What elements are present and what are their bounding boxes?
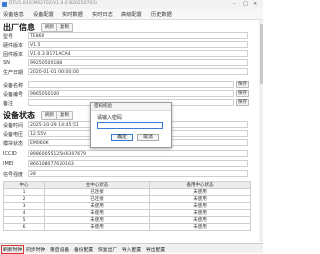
iccid-value: 89860055125H0307679: [28, 150, 248, 157]
module-status-label: 模块状态: [3, 141, 24, 147]
table-cell: 未使用: [149, 223, 251, 231]
signal-strength-value: 28: [28, 170, 248, 177]
manufacture-date-label: 生产日期: [3, 70, 24, 76]
imei-value: 866108077620163: [28, 160, 248, 167]
cancel-button[interactable]: 取消: [137, 134, 159, 141]
remark-label: 备注: [3, 101, 14, 107]
signal-strength-label: 信号强度: [3, 172, 24, 178]
table-row: 6 未使用 未使用: [3, 223, 251, 231]
menu-realtime-log[interactable]: 实时日志: [92, 11, 113, 18]
status-copy-button[interactable]: 复制: [56, 111, 73, 120]
column-header: 中心: [3, 181, 45, 189]
hw-version-value: V1.5: [28, 41, 248, 48]
app-icon: [2, 2, 7, 7]
save-remark-button[interactable]: 保存: [236, 99, 249, 106]
refresh-clock-button[interactable]: 刷新时钟: [1, 245, 25, 254]
window-title: DTU1.03(CM02702/V1.0.0 B20250703): [9, 1, 97, 6]
password-prompt: 请输入密码: [97, 115, 123, 121]
password-dialog: 密码校验 请输入密码 确定 取消: [90, 102, 172, 148]
ok-button[interactable]: 确定: [111, 134, 133, 141]
menu-device-config[interactable]: 设备配置: [33, 11, 54, 18]
sn-value: 99250500188: [28, 59, 248, 66]
table-cell: 5: [3, 216, 45, 224]
menu-history[interactable]: 历史数据: [151, 11, 172, 18]
save-device-name-button[interactable]: 保存: [236, 81, 249, 88]
table-cell: 已连接: [44, 195, 150, 203]
table-row: 2 已连接 未使用: [3, 195, 251, 203]
model-label: 型号: [3, 34, 14, 40]
table-row: 1 已连接 未使用: [3, 188, 251, 196]
table-cell: 未使用: [149, 195, 251, 203]
table-cell: 未使用: [149, 216, 251, 224]
menu-device-info[interactable]: 设备信息: [3, 11, 24, 18]
maximize-icon[interactable]: □: [243, 1, 248, 7]
table-cell: 未使用: [44, 216, 150, 224]
table-cell: 3: [3, 202, 45, 210]
device-name-label: 设备名称: [3, 83, 24, 89]
device-number-input[interactable]: 9965050100: [28, 90, 234, 97]
table-row: 4 未使用 未使用: [3, 209, 251, 217]
device-voltage-label: 设备电压: [3, 132, 24, 138]
device-number-label: 设备编号: [3, 92, 24, 98]
table-cell: 2: [3, 195, 45, 203]
model-value: TE860: [28, 32, 248, 39]
device-time-label: 设备时间: [3, 123, 24, 129]
fw-version-value: V1.0.3 B171ACA4: [28, 50, 248, 57]
table-cell: 未使用: [44, 223, 150, 231]
scrollbar-thumb[interactable]: [259, 24, 263, 84]
imei-label: IMEI: [3, 161, 14, 167]
table-header-row: 中心 主中心状态 备用中心状态: [3, 181, 251, 189]
table-cell: 1: [3, 188, 45, 196]
save-device-number-button[interactable]: 保存: [236, 90, 249, 97]
hw-version-label: 硬件版本: [3, 43, 24, 49]
column-header: 备用中心状态: [149, 181, 251, 189]
menu-advanced[interactable]: 高级配置: [121, 11, 142, 18]
column-header: 主中心状态: [44, 181, 150, 189]
table-cell: 4: [3, 209, 45, 217]
iccid-label: ICCID: [3, 151, 17, 157]
table-cell: 未使用: [149, 188, 251, 196]
factory-copy-button[interactable]: 复制: [56, 23, 73, 32]
table-cell: 未使用: [44, 202, 150, 210]
device-status-title: 设备状态: [3, 111, 35, 120]
table-cell: 未使用: [44, 209, 150, 217]
table-cell: 已连接: [44, 188, 150, 196]
table-cell: 6: [3, 223, 45, 231]
table-row: 3 未使用 未使用: [3, 202, 251, 210]
vertical-scrollbar[interactable]: [259, 20, 263, 242]
password-input[interactable]: [97, 122, 163, 129]
center-status-table: 中心 主中心状态 备用中心状态 1 已连接 未使用 2 已连接 未使用 3 未使…: [3, 181, 251, 231]
close-icon[interactable]: ×: [253, 1, 257, 7]
device-name-input[interactable]: [28, 81, 234, 88]
menu-bar: 设备信息 设备配置 实时数据 实时日志 高级配置 历史数据: [0, 9, 263, 20]
table-cell: 未使用: [149, 202, 251, 210]
sn-label: SN: [3, 60, 10, 66]
dialog-title: 密码校验: [91, 103, 171, 111]
fw-version-label: 固件版本: [3, 52, 24, 58]
minimize-icon[interactable]: –: [233, 1, 236, 7]
manufacture-date-value: 2020-01-01 00:00:00: [28, 68, 248, 75]
table-cell: 未使用: [149, 209, 251, 217]
menu-realtime-data[interactable]: 实时数据: [62, 11, 83, 18]
table-row: 5 未使用 未使用: [3, 216, 251, 224]
